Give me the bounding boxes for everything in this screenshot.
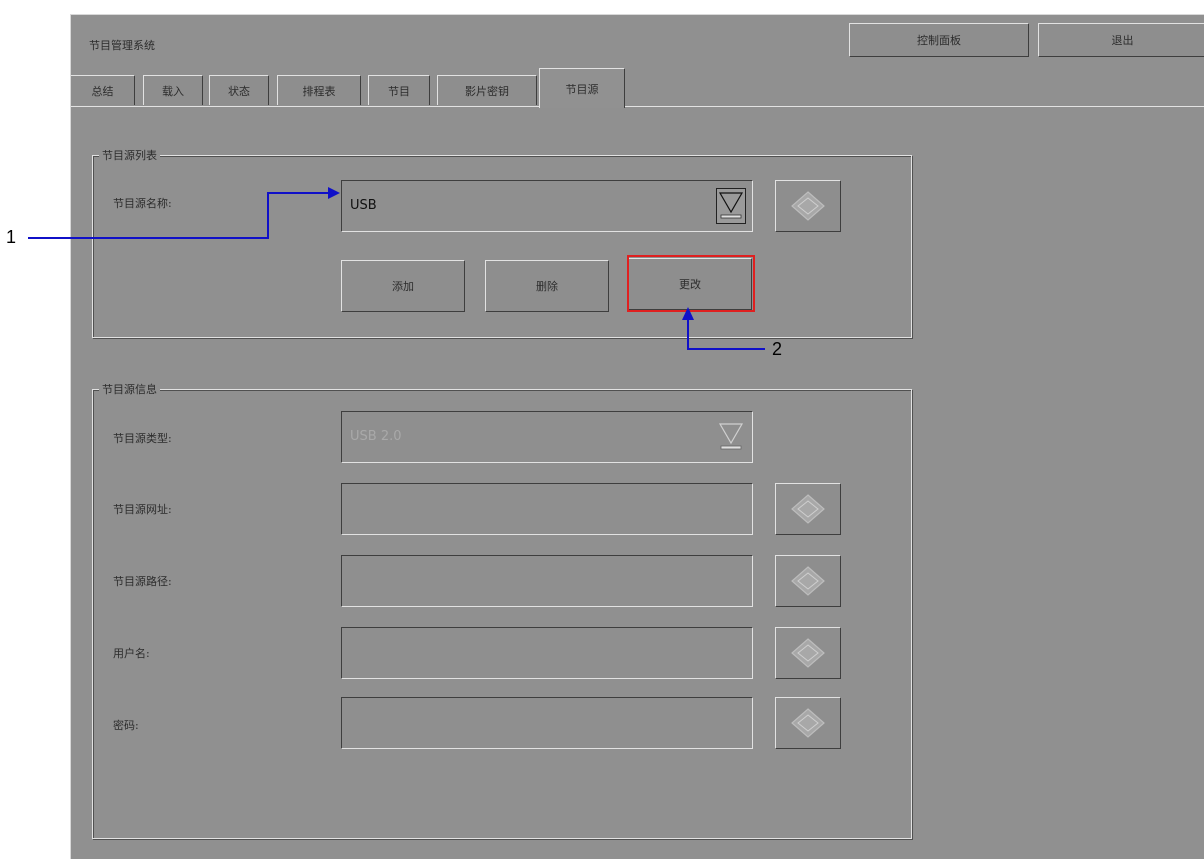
callout-2-arrowhead: [682, 307, 694, 320]
tab-program-source[interactable]: 节目源: [539, 68, 625, 108]
callout-1-number: 1: [6, 227, 17, 247]
annotation-overlay: [28, 187, 765, 350]
callout-2-number: 2: [772, 339, 783, 359]
callout-1-arrowhead: [328, 187, 340, 199]
callout-2-line: [687, 318, 765, 350]
callout-1-line: [28, 192, 330, 239]
